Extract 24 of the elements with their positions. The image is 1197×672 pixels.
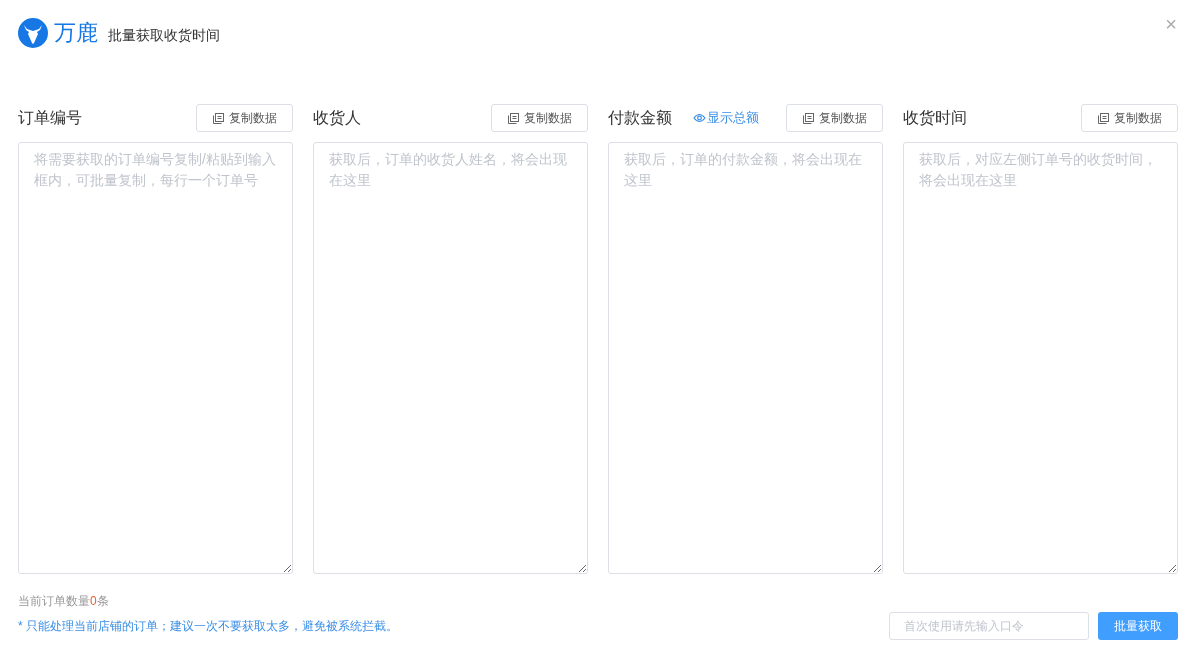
- text-area[interactable]: 将需要获取的订单编号复制/粘贴到输入框内，可批量复制，每行一个订单号: [18, 142, 293, 574]
- text-area[interactable]: 获取后，订单的付款金额，将会出现在这里: [608, 142, 883, 574]
- copy-icon: [507, 112, 519, 124]
- column-label: 收货时间: [903, 108, 967, 128]
- text-area[interactable]: 获取后，订单的收货人姓名，将会出现在这里: [313, 142, 588, 574]
- order-count-text: 当前订单数量0条: [18, 594, 109, 608]
- copy-icon: [1097, 112, 1109, 124]
- column-label: 订单编号: [18, 108, 82, 128]
- eye-icon: [693, 113, 706, 123]
- show-total-link[interactable]: 显示总额: [693, 108, 759, 128]
- copy-icon: [802, 112, 814, 124]
- dialog-title: 批量获取收货时间: [108, 25, 220, 45]
- copy-data-button[interactable]: 复制数据: [196, 104, 293, 132]
- copy-data-button[interactable]: 复制数据: [491, 104, 588, 132]
- text-area[interactable]: 获取后，对应左侧订单号的收货时间，将会出现在这里: [903, 142, 1178, 574]
- column-label: 付款金额: [608, 108, 672, 128]
- copy-icon: [212, 112, 224, 124]
- column-label: 收货人: [313, 108, 361, 128]
- copy-data-button[interactable]: 复制数据: [1081, 104, 1178, 132]
- copy-data-button[interactable]: 复制数据: [786, 104, 883, 132]
- deer-logo-icon: [18, 18, 48, 48]
- brand-name: 万鹿: [54, 22, 98, 44]
- notice-text: * 只能处理当前店铺的订单；建议一次不要获取太多，避免被系统拦截。: [18, 618, 398, 635]
- password-field[interactable]: 首次使用请先输入口令: [889, 612, 1089, 640]
